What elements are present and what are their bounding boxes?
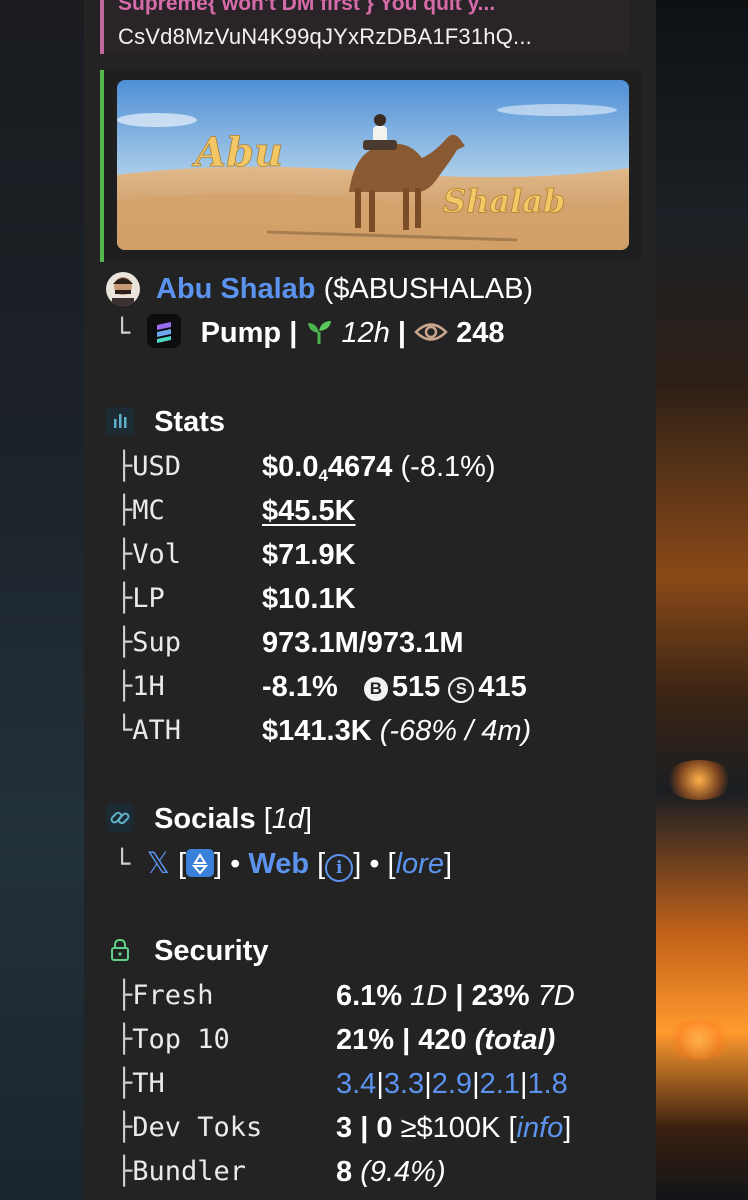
stats-header: Stats [106,404,225,440]
tree-branch: ├ [116,1024,133,1055]
security-value-fresh: 6.1% 1D | 23% 7D [336,980,575,1012]
security-label-fresh: ├Fresh [116,980,214,1011]
stat-label-mc: ├MC [116,495,165,526]
reply-quote[interactable]: Supreme{ won't DM first } You quit y... … [100,0,630,54]
h1-sells: 415 [478,671,527,703]
banner-word-shalab: Shalab [443,182,565,220]
tree-branch: ├ [116,1112,133,1143]
token-meta-row: └ Pump | 12h | 248 [114,314,505,352]
security-value-bundler: 8 (9.4%) [336,1156,446,1188]
stat-value-1h: -8.1% B 515 S 415 [262,669,527,705]
stat-value-sup: 973.1M/973.1M [262,627,464,659]
tree-branch: ├ [116,451,133,482]
security-label-th: ├TH [116,1068,165,1099]
stat-value-usd: $0.044674 (-8.1%) [262,451,496,485]
web-link[interactable]: Web [248,848,309,880]
reply-snippet: Supreme{ won't DM first } You quit y... [118,0,496,15]
banner-word-abu: Abu [191,129,283,176]
stat-label-lp: ├LP [116,583,165,614]
tree-branch: ├ [116,1156,133,1187]
devtoks-info-link[interactable]: info [517,1112,564,1144]
th-link[interactable]: 2.1 [480,1068,520,1100]
usd-subscript: 4 [318,466,328,485]
tree-branch: ├ [116,495,133,526]
socials-age: 1d [271,803,305,835]
mc-link[interactable]: $45.5K [262,495,356,527]
link-preview[interactable]: Abu Shalab [100,70,642,262]
tree-branch: └ [116,715,133,746]
h1-buys: 515 [391,671,441,703]
seedling-icon [305,318,333,346]
token-ticker: ($ABUSHALAB) [323,273,534,305]
th-link[interactable]: 2.9 [432,1068,472,1100]
usd-change: (-8.1%) [400,451,496,483]
security-value-devtoks: 3 | 0 ≥$100K [info] [336,1112,572,1144]
background-glow [664,760,734,800]
sells-badge-icon: S [448,677,475,703]
th-link[interactable]: 3.4 [336,1068,376,1100]
bar-chart-icon [106,407,134,435]
separator: | [397,317,415,349]
eye-icon [414,318,448,344]
security-label-top10: ├Top 10 [116,1024,230,1055]
tree-branch: ├ [116,671,133,702]
token-title-row: Abu Shalab ($ABUSHALAB) [156,271,533,307]
stat-value-mc: $45.5K [262,493,356,529]
tree-branch: └ [114,849,147,880]
token-age: 12h [341,317,390,349]
message-panel: Supreme{ won't DM first } You quit y... … [84,0,656,1200]
h1-change: -8.1% [262,671,338,703]
stat-label-1h: ├1H [116,671,165,702]
tree-branch: ├ [116,539,133,570]
stat-label-vol: ├Vol [116,539,182,570]
th-link[interactable]: 1.8 [528,1068,568,1100]
stat-label-ath: └ATH [116,715,182,746]
stat-label-usd: ├USD [116,451,182,482]
token-name-link[interactable]: Abu Shalab [156,273,316,305]
tree-branch: └ [114,318,147,349]
security-label-devtoks: ├Dev Toks [116,1112,263,1143]
background-left [0,0,84,1200]
token-avatar [106,272,140,306]
security-value-th: 3.4|3.3|2.9|2.1|1.8 [336,1068,568,1100]
security-header: Security [106,933,269,969]
lock-icon [106,936,134,964]
info-icon[interactable]: i [325,854,354,882]
reply-address: CsVd8MzVuN4K99qJYxRzDBA1F31hQ... [118,24,532,49]
stat-value-lp: $10.1K [262,583,356,615]
stats-title: Stats [154,406,225,438]
platform-name: Pump [200,317,282,349]
socials-links-row: └ 𝕏 [ ] • Web [i] • [lore] [114,846,453,882]
stat-value-ath: $141.3K (-68% / 4m) [262,715,532,747]
stat-value-vol: $71.9K [262,539,356,571]
background-glow [664,1020,734,1060]
tree-branch: ├ [116,627,133,658]
tree-branch: ├ [116,1068,133,1099]
recycle-icon[interactable] [186,849,215,877]
security-label-bundler: ├Bundler [116,1156,247,1187]
socials-title: Socials [154,803,256,835]
buys-badge-icon: B [363,677,388,701]
view-count: 248 [456,317,505,349]
background-right [656,0,748,1200]
th-link[interactable]: 3.3 [384,1068,424,1100]
pump-icon [146,314,181,348]
socials-header: Socials [1d] [106,801,312,837]
stat-label-sup: ├Sup [116,627,182,658]
separator: | [289,317,306,349]
ath-note: (-68% / 4m) [379,715,532,747]
banner-image[interactable]: Abu Shalab [117,80,629,250]
x-link[interactable]: 𝕏 [147,846,170,880]
security-value-top10: 21% | 420 (total) [336,1024,556,1056]
lore-link[interactable]: lore [396,848,444,880]
tree-branch: ├ [116,980,133,1011]
tree-branch: ├ [116,583,133,614]
link-icon [106,804,134,832]
security-title: Security [154,935,269,967]
